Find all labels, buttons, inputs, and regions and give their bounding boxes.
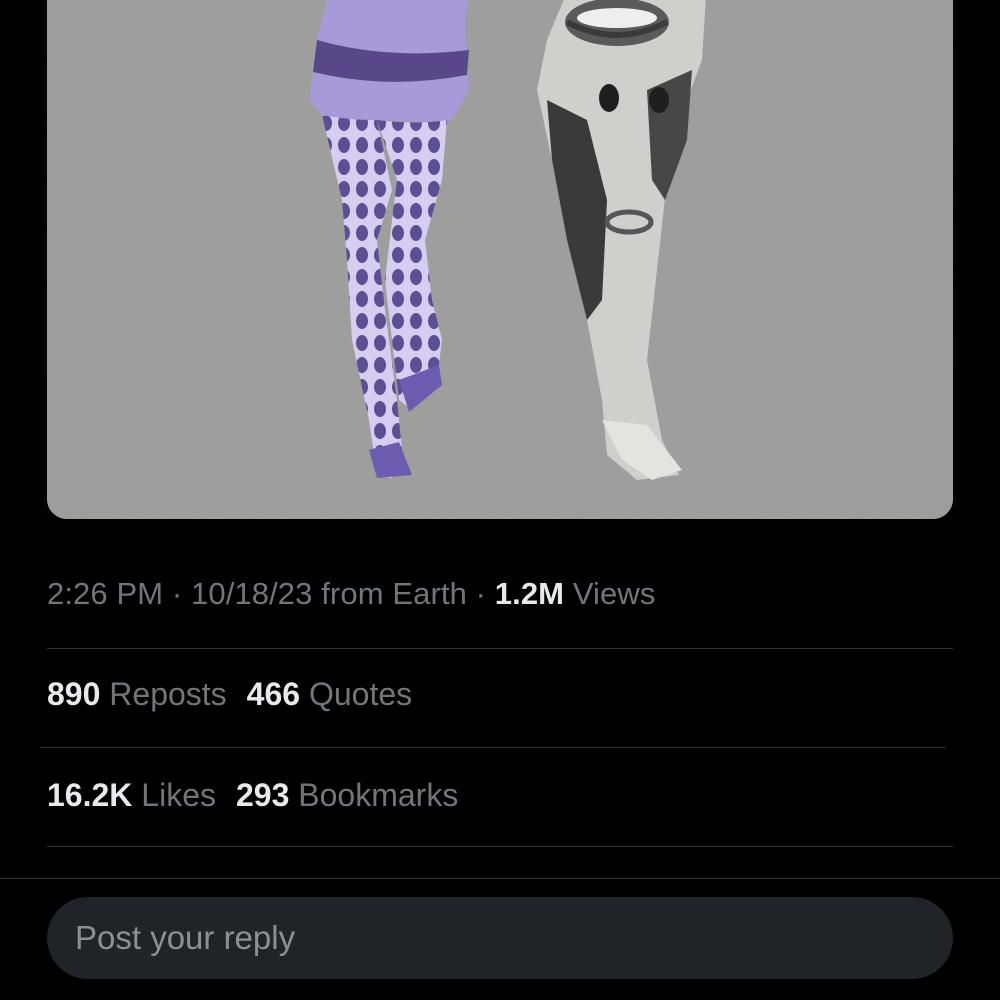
meta-separator: ·: [466, 576, 495, 611]
divider: [40, 747, 946, 748]
reposts-count: 890: [47, 676, 101, 712]
quotes-count: 466: [246, 676, 301, 712]
engagement-row-reposts: 890 Reposts 466 Quotes: [47, 676, 432, 713]
reposts-label: Reposts: [100, 676, 227, 712]
reposts-stat[interactable]: 890 Reposts: [47, 676, 227, 713]
engagement-row-likes: 16.2K Likes 293 Bookmarks: [47, 777, 478, 814]
bookmarks-stat[interactable]: 293 Bookmarks: [236, 777, 458, 814]
post-meta-line: 2:26 PM · 10/18/23 from Earth · 1.2M Vie…: [47, 576, 655, 612]
likes-stat[interactable]: 16.2K Likes: [47, 777, 216, 814]
post-media-image[interactable]: [47, 0, 953, 519]
collage-image: [47, 0, 953, 519]
reply-input[interactable]: [47, 897, 953, 979]
post-date: 10/18/23: [191, 576, 313, 611]
divider: [47, 648, 953, 649]
meta-separator: ·: [163, 576, 192, 611]
post-time: 2:26 PM: [47, 576, 164, 611]
bookmarks-label: Bookmarks: [289, 777, 459, 813]
quotes-stat[interactable]: 466 Quotes: [247, 676, 412, 713]
views-count[interactable]: 1.2M: [495, 576, 564, 611]
bookmarks-count: 293: [235, 777, 290, 813]
post-source: from Earth: [312, 576, 467, 611]
likes-count: 16.2K: [47, 777, 133, 813]
divider: [47, 846, 953, 847]
likes-label: Likes: [132, 777, 216, 813]
post-detail-view: 2:26 PM · 10/18/23 from Earth · 1.2M Vie…: [0, 0, 1000, 1000]
quotes-label: Quotes: [300, 676, 413, 712]
views-label[interactable]: Views: [564, 576, 656, 611]
